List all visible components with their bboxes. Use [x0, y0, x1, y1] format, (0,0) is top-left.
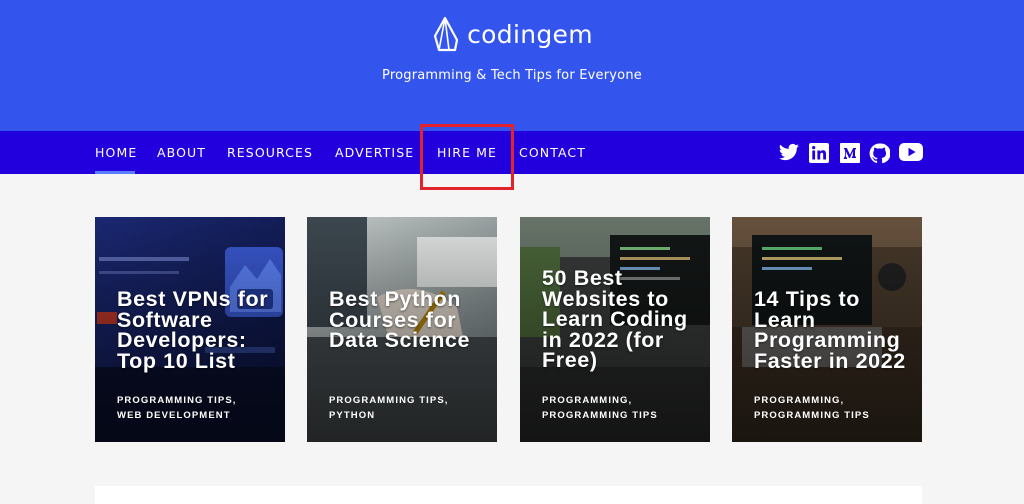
twitter-icon[interactable] [778, 143, 800, 163]
content-panel [95, 486, 922, 504]
site-tagline: Programming & Tech Tips for Everyone [382, 68, 642, 83]
post-title[interactable]: 50 Best Websites to Learn Coding in 2022… [542, 267, 704, 370]
medium-icon[interactable] [840, 143, 862, 163]
post-card-best-websites[interactable]: 50 Best Websites to Learn Coding in 2022… [520, 217, 710, 442]
hire-me-highlight-box [420, 124, 514, 190]
post-title[interactable]: 14 Tips to Learn Programming Faster in 2… [754, 288, 916, 371]
youtube-icon[interactable] [899, 143, 923, 163]
nav-home[interactable]: HOME [95, 145, 137, 160]
post-categories: PROGRAMMING, PROGRAMMING TIPS [542, 393, 706, 423]
post-card-14-tips[interactable]: 14 Tips to Learn Programming Faster in 2… [732, 217, 922, 442]
post-card-python-courses[interactable]: Best Python Courses for Data Science PRO… [307, 217, 497, 442]
nav-advertise[interactable]: ADVERTISE [335, 145, 414, 160]
post-title[interactable]: Best Python Courses for Data Science [329, 288, 491, 350]
category-tag[interactable]: PROGRAMMING, [754, 393, 918, 408]
post-card-best-vpns[interactable]: Best VPNs for Software Developers: Top 1… [95, 217, 285, 442]
post-categories: PROGRAMMING, PROGRAMMING TIPS [754, 393, 918, 423]
nav-resources[interactable]: RESOURCES [227, 145, 313, 160]
category-tag[interactable]: PROGRAMMING TIPS, [329, 393, 493, 408]
logo-text: codingem [467, 19, 593, 49]
nav-about[interactable]: ABOUT [157, 145, 206, 160]
post-categories: PROGRAMMING TIPS, WEB DEVELOPMENT [117, 393, 281, 423]
category-tag[interactable]: PROGRAMMING TIPS [542, 408, 706, 423]
linkedin-icon[interactable] [809, 143, 831, 163]
post-title[interactable]: Best VPNs for Software Developers: Top 1… [117, 288, 279, 371]
category-tag[interactable]: WEB DEVELOPMENT [117, 408, 281, 423]
github-icon[interactable] [869, 143, 891, 164]
nav-active-indicator [95, 171, 135, 174]
post-categories: PROGRAMMING TIPS, PYTHON [329, 393, 493, 423]
category-tag[interactable]: PROGRAMMING TIPS, [117, 393, 281, 408]
category-tag[interactable]: PROGRAMMING TIPS [754, 408, 918, 423]
category-tag[interactable]: PYTHON [329, 408, 493, 423]
site-logo[interactable]: codingem [0, 16, 1024, 52]
nav-contact[interactable]: CONTACT [519, 145, 586, 160]
site-header: codingem Programming & Tech Tips for Eve… [0, 0, 1024, 131]
category-tag[interactable]: PROGRAMMING, [542, 393, 706, 408]
gem-logo-icon [434, 16, 459, 52]
